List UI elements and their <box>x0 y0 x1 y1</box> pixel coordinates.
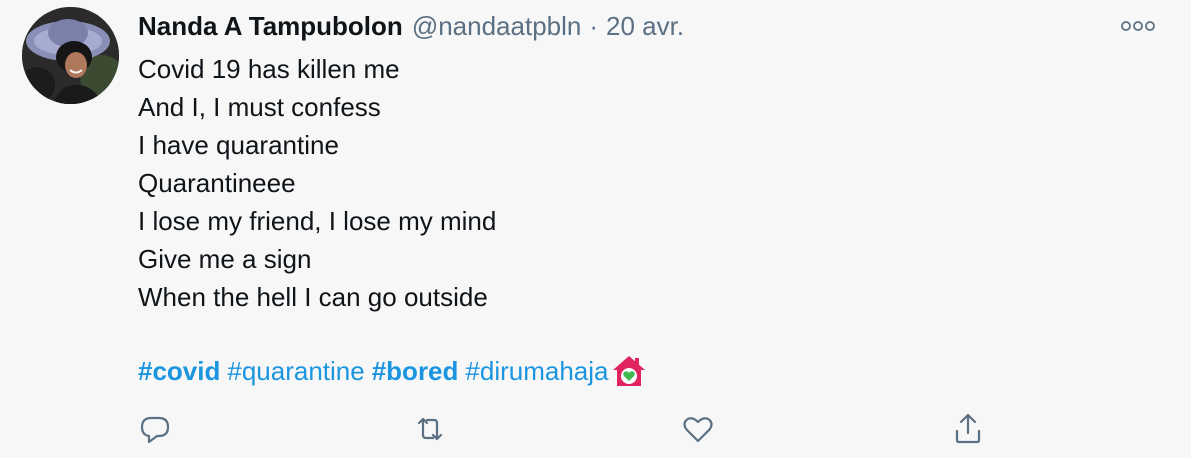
hashtag-quarantine[interactable]: #quarantine <box>227 351 364 391</box>
house-with-heart-icon <box>611 353 647 389</box>
more-options-icon[interactable] <box>1118 14 1158 38</box>
tweet-date[interactable]: 20 avr. <box>606 11 684 42</box>
avatar[interactable] <box>22 7 119 104</box>
share-icon <box>955 413 981 444</box>
hashtag-bored[interactable]: #bored <box>372 351 459 391</box>
tweet-text: Covid 19 has killen me And I, I must con… <box>138 50 496 316</box>
tweet-text-line: And I, I must confess <box>138 92 381 122</box>
author-handle[interactable]: @nandaatpbln <box>412 11 582 42</box>
tweet-text-line: Covid 19 has killen me <box>138 54 400 84</box>
header-separator: · <box>589 10 599 41</box>
tweet[interactable]: Nanda A Tampubolon @nandaatpbln · 20 avr… <box>0 0 1191 458</box>
retweet-icon <box>417 417 443 441</box>
reply-icon <box>140 416 170 444</box>
like-button[interactable] <box>678 409 718 449</box>
hashtag-covid[interactable]: #covid <box>138 351 220 391</box>
tweet-text-line: I have quarantine <box>138 130 339 160</box>
hashtag-row: #covid #quarantine #bored #dirumahaja <box>138 351 647 391</box>
author-name[interactable]: Nanda A Tampubolon <box>138 11 403 42</box>
reply-button[interactable] <box>135 409 175 449</box>
tweet-text-line: Quarantineee <box>138 168 296 198</box>
retweet-button[interactable] <box>410 409 450 449</box>
share-button[interactable] <box>948 409 988 449</box>
tweet-text-line: I lose my friend, I lose my mind <box>138 206 497 236</box>
tweet-text-line: Give me a sign <box>138 244 312 274</box>
hashtag-dirumahaja[interactable]: #dirumahaja <box>465 351 608 391</box>
tweet-text-line: When the hell I can go outside <box>138 282 488 312</box>
heart-icon <box>683 417 713 443</box>
tweet-header: Nanda A Tampubolon @nandaatpbln · 20 avr… <box>138 8 684 44</box>
